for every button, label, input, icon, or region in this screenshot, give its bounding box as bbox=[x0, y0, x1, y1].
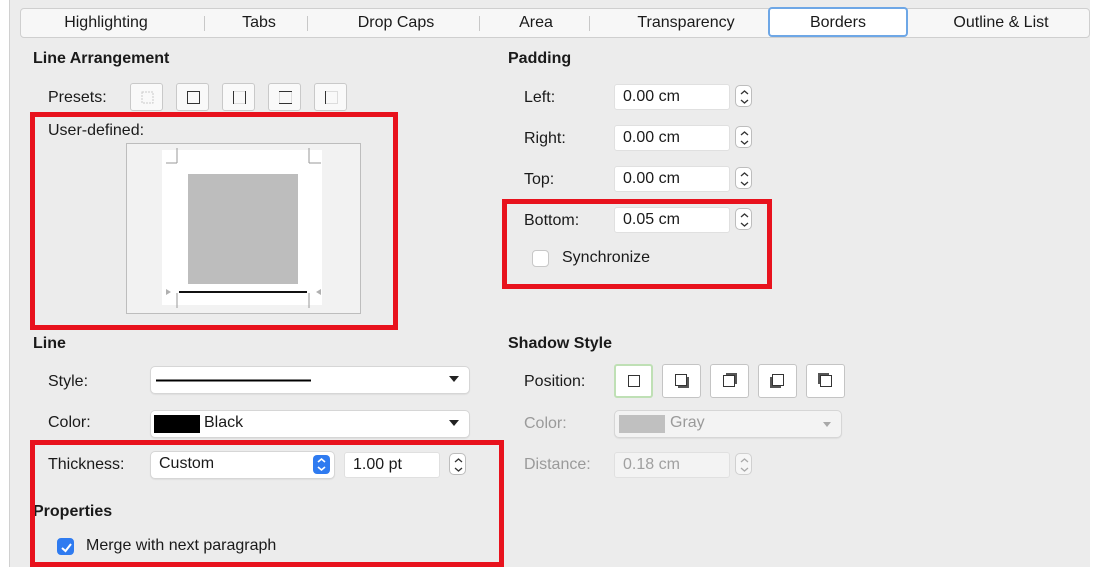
color-swatch bbox=[154, 415, 200, 433]
line-color-value: Black bbox=[204, 414, 244, 431]
tab-tabs[interactable]: Tabs bbox=[219, 9, 299, 37]
shadow-bottom-right-icon bbox=[675, 374, 689, 388]
stepper-icon bbox=[740, 90, 749, 104]
line-color-label: Color: bbox=[48, 414, 91, 431]
preset-left-right-button[interactable] bbox=[222, 83, 255, 111]
stepper-icon bbox=[740, 458, 749, 472]
shadow-top-left-icon bbox=[818, 373, 832, 387]
shadow-none-icon bbox=[628, 375, 640, 387]
chevron-down-icon bbox=[449, 376, 459, 382]
padding-right-stepper[interactable] bbox=[735, 126, 752, 148]
shadow-distance-label: Distance: bbox=[524, 456, 591, 473]
line-heading: Line bbox=[33, 335, 66, 352]
shadow-distance-stepper[interactable] bbox=[735, 453, 752, 475]
shadow-none-button[interactable] bbox=[614, 364, 653, 398]
preset-top-bottom-icon bbox=[279, 91, 292, 104]
preset-left-button[interactable] bbox=[314, 83, 347, 111]
tab-separator bbox=[204, 16, 205, 31]
padding-left-label: Left: bbox=[524, 89, 556, 106]
chevron-down-icon bbox=[823, 422, 831, 427]
padding-top-stepper[interactable] bbox=[735, 167, 752, 189]
padding-left-field[interactable]: 0.00 cm bbox=[614, 84, 730, 110]
preset-none-icon bbox=[141, 91, 154, 104]
line-arrangement-heading: Line Arrangement bbox=[33, 50, 170, 67]
preset-left-icon bbox=[325, 91, 338, 104]
chevron-down-icon bbox=[449, 420, 459, 426]
padding-heading: Padding bbox=[508, 50, 572, 67]
line-color-dropdown[interactable]: Black bbox=[150, 410, 470, 438]
shadow-style-heading: Shadow Style bbox=[508, 335, 613, 352]
preset-box-icon bbox=[187, 91, 200, 104]
shadow-color-value: Gray bbox=[670, 414, 705, 431]
highlight-user-defined bbox=[30, 112, 398, 330]
padding-top-label: Top: bbox=[524, 171, 555, 188]
tab-borders[interactable]: Borders bbox=[768, 7, 908, 37]
tab-drop-caps[interactable]: Drop Caps bbox=[321, 9, 471, 37]
preset-box-button[interactable] bbox=[176, 83, 209, 111]
tab-transparency[interactable]: Transparency bbox=[601, 9, 771, 37]
tab-bar: Highlighting Tabs Drop Caps Area Transpa… bbox=[20, 7, 1090, 38]
stepper-icon bbox=[740, 172, 749, 186]
shadow-color-dropdown[interactable]: Gray bbox=[614, 410, 842, 438]
presets-label: Presets: bbox=[48, 89, 107, 106]
line-style-label: Style: bbox=[48, 373, 89, 390]
padding-top-value: 0.00 cm bbox=[623, 170, 680, 187]
padding-left-value: 0.00 cm bbox=[623, 88, 680, 105]
highlight-thickness-properties bbox=[30, 440, 504, 567]
tab-separator bbox=[307, 16, 308, 31]
padding-top-field[interactable]: 0.00 cm bbox=[614, 166, 730, 192]
shadow-distance-value: 0.18 cm bbox=[623, 456, 680, 473]
tab-highlighting[interactable]: Highlighting bbox=[41, 9, 171, 37]
line-style-dropdown[interactable] bbox=[150, 366, 470, 394]
tab-separator bbox=[479, 16, 480, 31]
line-style-preview bbox=[156, 379, 311, 382]
padding-left-stepper[interactable] bbox=[735, 85, 752, 107]
shadow-bottom-left-icon bbox=[770, 374, 784, 388]
shadow-distance-field[interactable]: 0.18 cm bbox=[614, 452, 730, 478]
padding-right-value: 0.00 cm bbox=[623, 129, 680, 146]
padding-right-field[interactable]: 0.00 cm bbox=[614, 125, 730, 151]
shadow-bottom-left-button[interactable] bbox=[758, 364, 797, 398]
shadow-bottom-right-button[interactable] bbox=[662, 364, 701, 398]
shadow-top-left-button[interactable] bbox=[806, 364, 845, 398]
preset-top-bottom-button[interactable] bbox=[268, 83, 301, 111]
tab-separator bbox=[589, 16, 590, 31]
tab-outline-list[interactable]: Outline & List bbox=[916, 9, 1086, 37]
preset-none-button[interactable] bbox=[130, 83, 163, 111]
shadow-top-right-button[interactable] bbox=[710, 364, 749, 398]
highlight-bottom-padding bbox=[502, 199, 772, 289]
color-swatch bbox=[619, 415, 665, 433]
shadow-top-right-icon bbox=[723, 373, 737, 387]
stepper-icon bbox=[740, 131, 749, 145]
padding-right-label: Right: bbox=[524, 130, 566, 147]
tab-area[interactable]: Area bbox=[491, 9, 581, 37]
preset-left-right-icon bbox=[233, 91, 246, 104]
shadow-color-label: Color: bbox=[524, 415, 567, 432]
shadow-position-label: Position: bbox=[524, 373, 586, 390]
window-edge bbox=[0, 0, 10, 567]
